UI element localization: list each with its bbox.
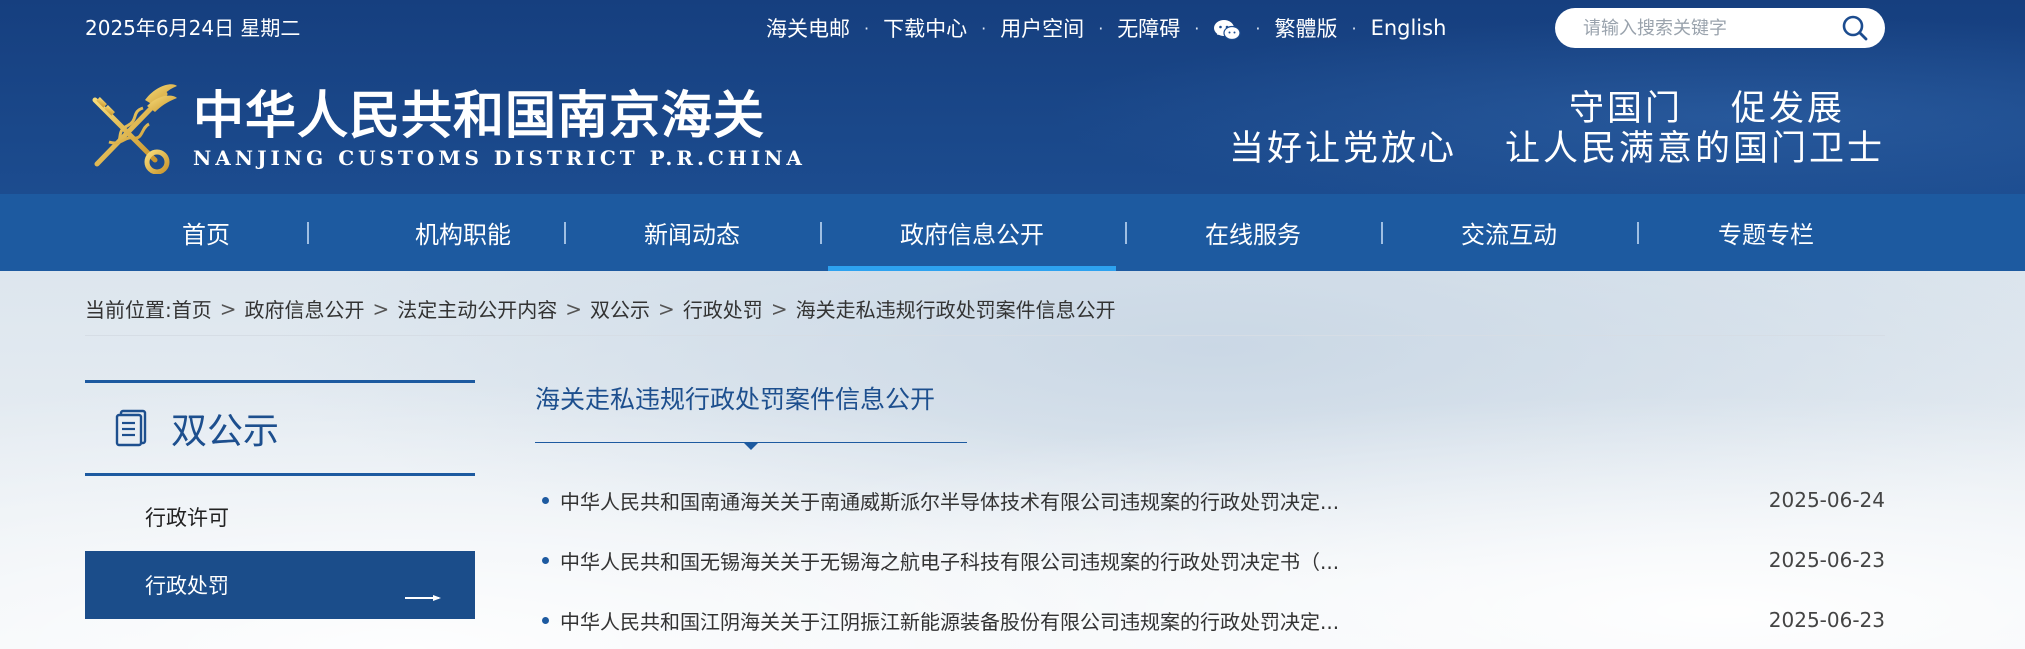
list-item-title[interactable]: 中华人民共和国南通海关关于南通威斯派尔半导体技术有限公司违规案的行政处罚决定..… xyxy=(560,486,1339,515)
nav-item-interaction[interactable]: 交流互动 xyxy=(1365,194,1653,271)
link-user-space[interactable]: 用户空间 xyxy=(1000,13,1084,43)
list-title: 海关走私违规行政处罚案件信息公开 xyxy=(535,385,936,414)
breadcrumb-separator: > xyxy=(658,296,675,321)
wechat-icon[interactable] xyxy=(1213,19,1241,41)
list-item-title[interactable]: 中华人民共和国无锡海关关于无锡海之航电子科技有限公司违规案的行政处罚决定书（..… xyxy=(560,546,1339,575)
breadcrumb-separator: > xyxy=(770,296,788,321)
slogan-text: 当好让党放心 xyxy=(1228,129,1457,169)
link-accessibility[interactable]: 无障碍 xyxy=(1117,13,1180,43)
site-title[interactable]: 中华人民共和国南京海关 xyxy=(193,74,765,148)
breadcrumb-prefix: 当前位置: xyxy=(85,298,172,322)
bullet-icon xyxy=(542,556,549,564)
sidebar-header: 双公示 xyxy=(85,380,475,476)
nav-separator xyxy=(1381,222,1383,244)
list-item-date: 2025-06-23 xyxy=(1768,548,1885,572)
bullet-icon xyxy=(542,496,549,504)
nav-item-special-topics[interactable]: 专题专栏 xyxy=(1622,194,1910,271)
site-header: 2025年6月24日 星期二 海关电邮 · 下载中心 · 用户空间 · 无障碍 … xyxy=(0,0,2025,194)
breadcrumb-item-penalty[interactable]: 行政处罚 xyxy=(683,294,763,323)
nav-item-gov-info[interactable]: 政府信息公开 xyxy=(828,194,1116,271)
sidebar-title: 双公示 xyxy=(171,411,280,452)
slogan-line-2: 当好让党放心 让人民满意的国门卫士 xyxy=(1229,120,1885,171)
site-subtitle: NANJING CUSTOMS DISTRICT P.R.CHINA xyxy=(193,146,806,170)
list-title-marker xyxy=(743,442,759,450)
link-english[interactable]: English xyxy=(1371,16,1447,40)
search-box xyxy=(1555,8,1885,48)
sidebar-item-label: 行政许可 xyxy=(145,506,229,530)
main-nav: 首页 机构职能 新闻动态 政府信息公开 在线服务 交流互动 专题专栏 xyxy=(0,194,2025,271)
sidebar-item-label: 行政处罚 xyxy=(145,574,229,598)
nav-item-online-services[interactable]: 在线服务 xyxy=(1109,194,1397,271)
separator-dot: · xyxy=(981,18,987,38)
breadcrumb-separator: > xyxy=(219,296,237,321)
top-links: 海关电邮 · 下载中心 · 用户空间 · 无障碍 · · 繁體版 · Engli… xyxy=(766,12,1446,44)
breadcrumb-divider xyxy=(85,335,1885,336)
bullet-icon xyxy=(542,616,549,624)
list-item-date: 2025-06-24 xyxy=(1768,488,1885,512)
slogan-text: 让人民满意的国门卫士 xyxy=(1504,129,1885,169)
breadcrumb-separator: > xyxy=(565,296,583,321)
customs-emblem-logo[interactable] xyxy=(85,80,180,175)
breadcrumb-item-double-publicity[interactable]: 双公示 xyxy=(590,294,650,323)
list-item[interactable]: 中华人民共和国南通海关关于南通威斯派尔半导体技术有限公司违规案的行政处罚决定..… xyxy=(542,485,1885,515)
breadcrumb-separator: > xyxy=(372,296,390,321)
search-icon[interactable] xyxy=(1835,8,1875,48)
nav-separator xyxy=(1125,222,1127,244)
nav-item-news[interactable]: 新闻动态 xyxy=(548,194,836,271)
arrow-right-icon xyxy=(405,582,441,601)
separator-dot: · xyxy=(1098,18,1104,38)
link-traditional-chinese[interactable]: 繁體版 xyxy=(1274,13,1337,43)
nav-separator xyxy=(820,222,822,244)
list-item[interactable]: 中华人民共和国无锡海关关于无锡海之航电子科技有限公司违规案的行政处罚决定书（..… xyxy=(542,545,1885,575)
breadcrumb: 当前位置: 首页 > 政府信息公开 > 法定主动公开内容 > 双公示 > 行政处… xyxy=(85,294,1116,323)
nav-separator xyxy=(564,222,566,244)
list-item[interactable]: 中华人民共和国江阴海关关于江阴振江新能源装备股份有限公司违规案的行政处罚决定..… xyxy=(542,605,1885,635)
separator-dot: · xyxy=(864,18,870,38)
nav-separator xyxy=(1637,222,1639,244)
link-download-center[interactable]: 下载中心 xyxy=(883,13,967,43)
nav-separator xyxy=(307,222,309,244)
breadcrumb-item-home[interactable]: 首页 xyxy=(172,294,212,323)
list-item-date: 2025-06-23 xyxy=(1768,608,1885,632)
list-item-title[interactable]: 中华人民共和国江阴海关关于江阴振江新能源装备股份有限公司违规案的行政处罚决定..… xyxy=(560,606,1339,635)
sidebar-item-admin-penalty[interactable]: 行政处罚 xyxy=(85,551,475,619)
document-icon xyxy=(115,409,149,447)
breadcrumb-item-current[interactable]: 海关走私违规行政处罚案件信息公开 xyxy=(796,294,1116,323)
search-input[interactable] xyxy=(1583,17,1835,39)
breadcrumb-item-gov-info[interactable]: 政府信息公开 xyxy=(245,294,365,323)
breadcrumb-item-statutory[interactable]: 法定主动公开内容 xyxy=(397,294,557,323)
separator-dot: · xyxy=(1194,18,1200,38)
separator-dot: · xyxy=(1255,18,1261,38)
current-date: 2025年6月24日 星期二 xyxy=(85,16,301,40)
link-customs-email[interactable]: 海关电邮 xyxy=(766,13,850,43)
sidebar-item-admin-license[interactable]: 行政许可 xyxy=(85,483,475,551)
separator-dot: · xyxy=(1351,18,1357,38)
